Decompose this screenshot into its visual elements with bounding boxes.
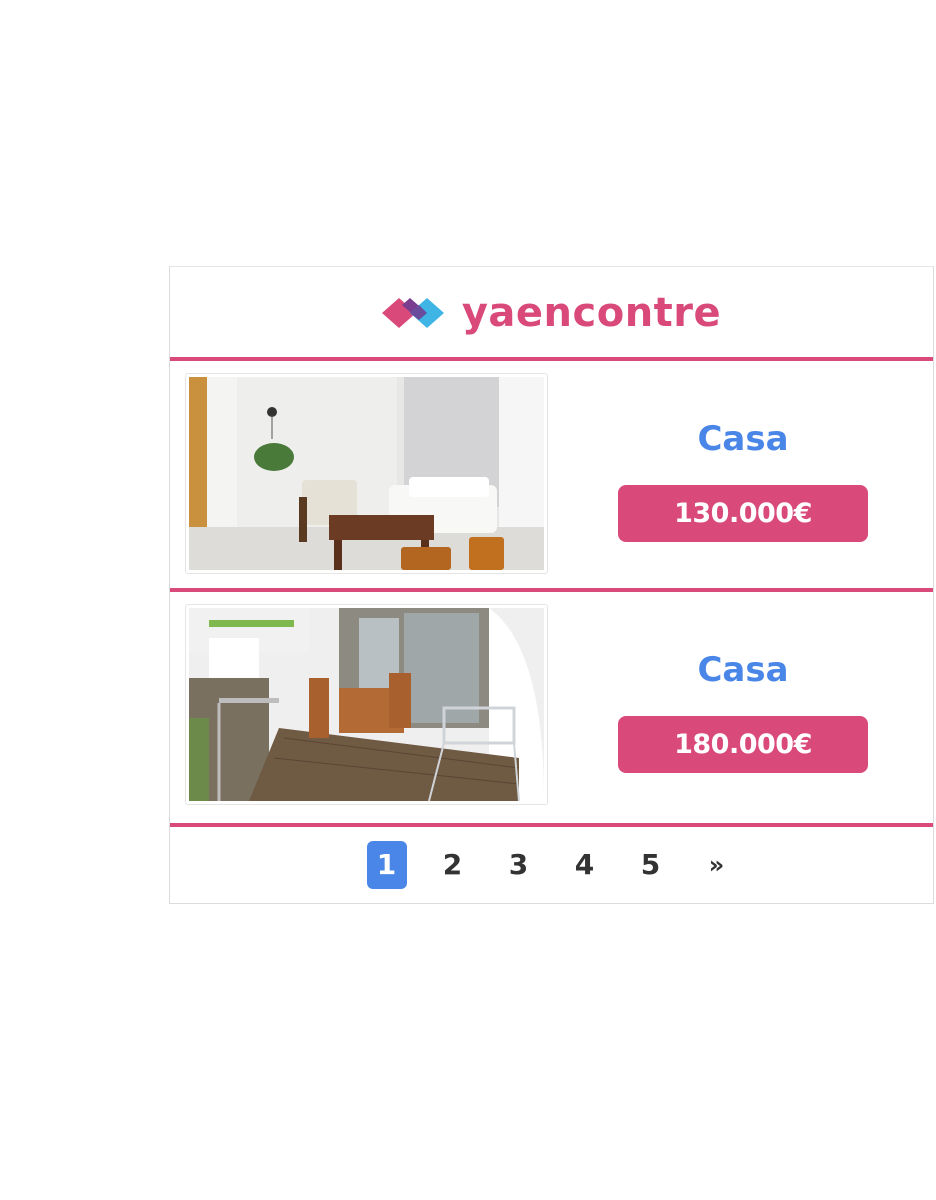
- listing-type[interactable]: Casa: [618, 419, 868, 459]
- listing-type[interactable]: Casa: [618, 650, 868, 690]
- next-page-button[interactable]: »: [697, 841, 737, 889]
- page-2-button[interactable]: 2: [433, 841, 473, 889]
- listing-photo[interactable]: [185, 604, 548, 805]
- pagination: 1 2 3 4 5 »: [170, 827, 933, 902]
- page-4-button[interactable]: 4: [565, 841, 605, 889]
- brand-logo-icon: [381, 298, 444, 328]
- widget-header: yaencontre: [170, 267, 933, 361]
- brand-name: yaencontre: [461, 290, 722, 336]
- listing-card[interactable]: Casa 130.000€: [170, 361, 933, 592]
- page-1-button[interactable]: 1: [366, 840, 407, 889]
- living-room-photo: [189, 377, 544, 570]
- listing-price-button[interactable]: 130.000€: [618, 485, 868, 542]
- listing-photo[interactable]: [185, 373, 548, 574]
- listing-info: Casa 180.000€: [618, 650, 868, 773]
- listing-info: Casa 130.000€: [618, 419, 868, 542]
- listing-card[interactable]: Casa 180.000€: [170, 592, 933, 827]
- listings-widget: yaencontre Casa 130.000€ Casa 180.000€ 1…: [169, 266, 934, 904]
- page-3-button[interactable]: 3: [499, 841, 539, 889]
- page-5-button[interactable]: 5: [631, 841, 671, 889]
- listing-price-button[interactable]: 180.000€: [618, 716, 868, 773]
- brand-logo-link[interactable]: yaencontre: [380, 290, 721, 336]
- terrace-photo: [189, 608, 544, 801]
